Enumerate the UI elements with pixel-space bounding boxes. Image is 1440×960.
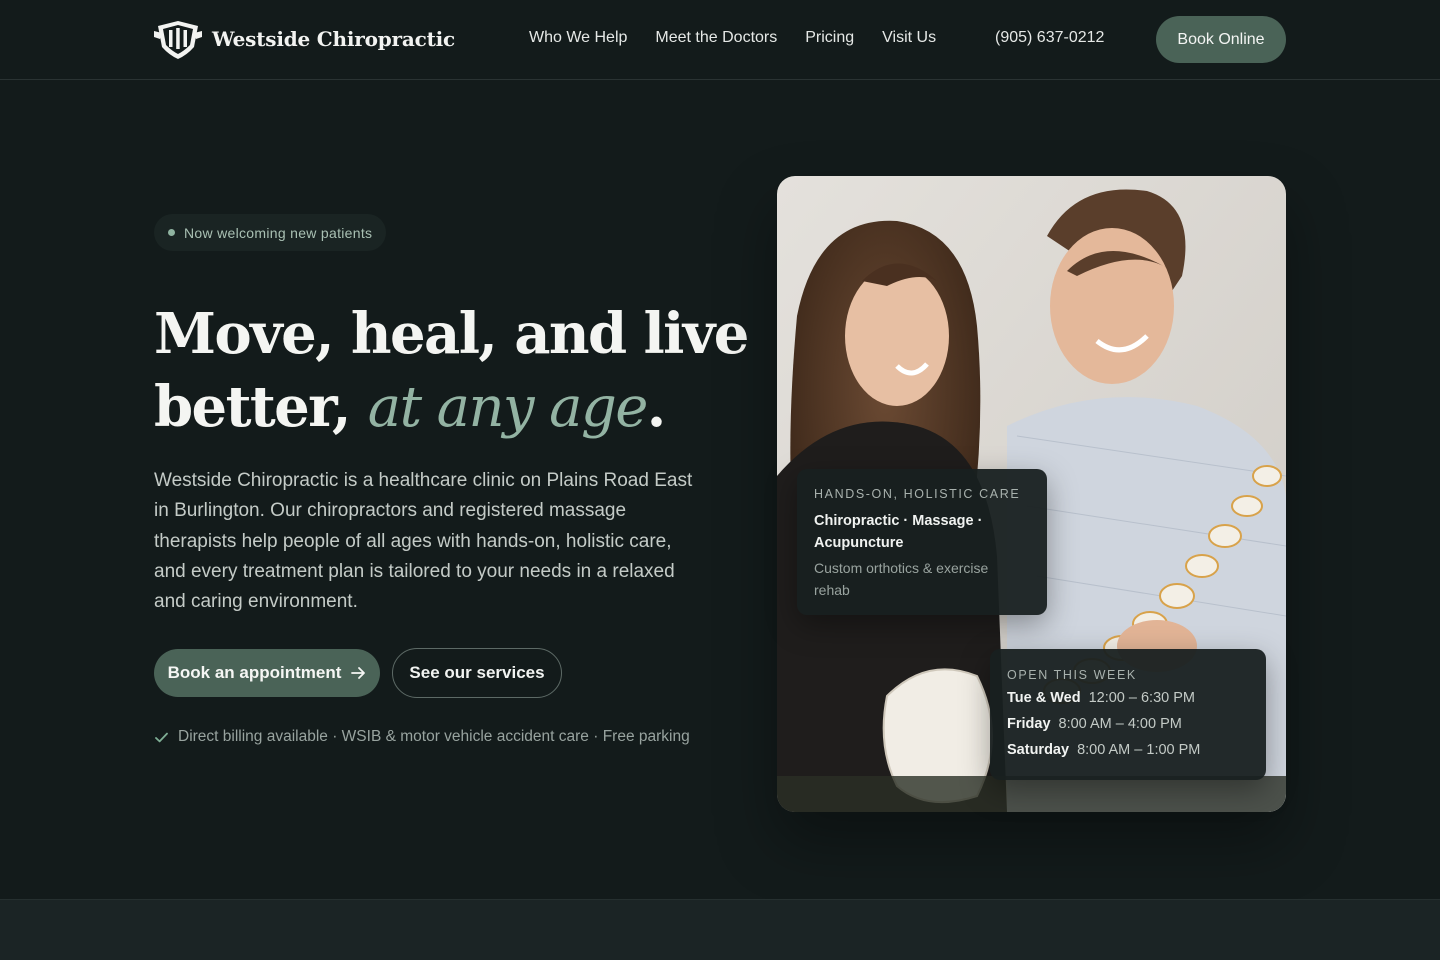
book-appointment-button[interactable]: Book an appointment — [154, 649, 380, 697]
trust-line: Direct billing available · WSIB & motor … — [155, 728, 690, 746]
primary-nav: Who We Help Meet the Doctors Pricing Vis… — [529, 29, 936, 47]
hours-day: Friday — [1007, 716, 1051, 732]
next-section-band — [0, 899, 1440, 960]
trust-text: Direct billing available · WSIB & motor … — [178, 728, 690, 745]
headline-line-1: Move, heal, and live — [154, 301, 749, 367]
phone-link[interactable]: (905) 637-0212 — [995, 29, 1104, 47]
new-patients-badge: Now welcoming new patients — [154, 214, 387, 251]
badge-text: Now welcoming new patients — [184, 224, 373, 241]
book-appointment-label: Book an appointment — [167, 663, 342, 682]
nav-link-visit-us[interactable]: Visit Us — [882, 29, 936, 47]
brand-name: Westside Chiropractic — [212, 27, 455, 51]
nav-link-who-we-help[interactable]: Who We Help — [529, 29, 627, 47]
hours-time: 12:00 – 6:30 PM — [1088, 690, 1195, 706]
headline-accent: at any age — [367, 375, 649, 440]
nav-link-meet-the-doctors[interactable]: Meet the Doctors — [655, 29, 777, 47]
brand-logo[interactable]: Westside Chiropractic — [154, 17, 455, 61]
care-card-subtitle: Custom orthotics & exercise rehab — [814, 560, 989, 598]
hours-row: Friday 8:00 AM – 4:00 PM — [1007, 715, 1250, 734]
headline-line-2-prefix: better, — [154, 374, 368, 440]
shield-crest-icon — [154, 21, 202, 59]
care-card-label: HANDS-ON, HOLISTIC CARE — [814, 487, 1021, 501]
hours-day: Saturday — [1007, 742, 1070, 758]
arrow-right-icon — [351, 667, 366, 679]
hours-card-label: OPEN THIS WEEK — [1007, 668, 1137, 682]
hours-time: 8:00 AM – 4:00 PM — [1058, 716, 1182, 732]
hero-headline: Move, heal, and live better, at any age. — [154, 298, 754, 444]
see-services-button[interactable]: See our services — [392, 648, 562, 698]
status-dot-icon — [168, 229, 175, 236]
check-icon — [155, 732, 168, 742]
hero-description: Westside Chiropractic is a healthcare cl… — [154, 470, 693, 613]
headline-suffix: . — [646, 374, 666, 440]
hours-card: OPEN THIS WEEK Tue & Wed 12:00 – 6:30 PM… — [990, 649, 1266, 780]
hours-row: Saturday 8:00 AM – 1:00 PM — [1007, 741, 1250, 760]
hours-day: Tue & Wed — [1007, 690, 1081, 706]
care-card-title: Chiropractic · Massage · Acupuncture — [814, 513, 983, 551]
nav-link-pricing[interactable]: Pricing — [805, 29, 854, 47]
book-online-button[interactable]: Book Online — [1156, 16, 1286, 63]
care-card: HANDS-ON, HOLISTIC CARE Chiropractic · M… — [797, 469, 1047, 615]
site-header: Westside Chiropractic Who We Help Meet t… — [0, 0, 1440, 80]
hours-row: Tue & Wed 12:00 – 6:30 PM — [1007, 689, 1250, 708]
hours-time: 8:00 AM – 1:00 PM — [1077, 742, 1201, 758]
